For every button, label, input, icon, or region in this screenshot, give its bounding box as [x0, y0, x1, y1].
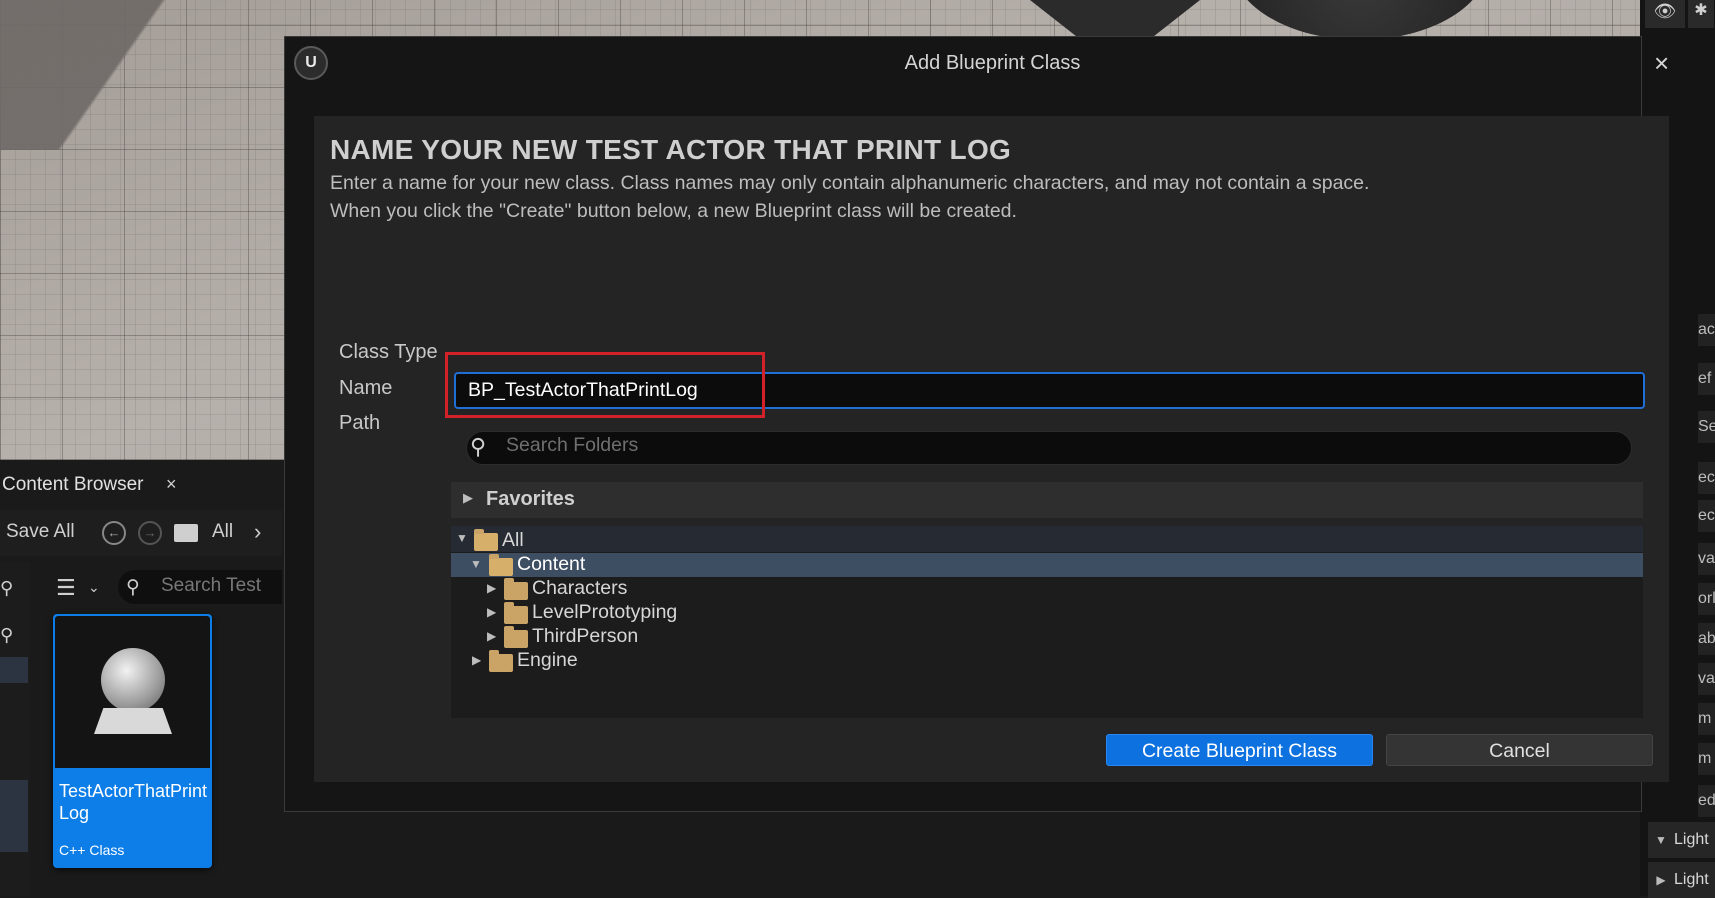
folder-icon	[504, 578, 528, 600]
viewport-shadow-floor	[0, 0, 300, 150]
expand-down-icon[interactable]: ▼	[456, 531, 468, 545]
asset-search-placeholder: Search Test	[161, 575, 261, 596]
details-row-label: Light	[1674, 831, 1709, 848]
details-fragment: ec	[1698, 462, 1715, 494]
folder-icon	[504, 602, 528, 624]
class-name-input[interactable]	[454, 372, 1645, 409]
folder-open-icon	[474, 529, 498, 551]
forward-arrow-icon[interactable]: →	[138, 521, 162, 545]
filter-icon[interactable]: ☰	[56, 575, 76, 601]
search-icon[interactable]: ⚲	[0, 625, 13, 646]
folder-icon[interactable]	[174, 524, 198, 542]
favorites-label: Favorites	[486, 488, 575, 510]
details-fragment: m	[1698, 703, 1715, 735]
breadcrumb-all[interactable]: All	[212, 521, 233, 543]
folder-open-icon	[489, 554, 513, 576]
close-icon[interactable]: ×	[166, 474, 177, 495]
expand-right-icon[interactable]: ▶	[487, 581, 496, 595]
expand-right-icon[interactable]: ▶	[463, 490, 473, 506]
folder-icon	[504, 626, 528, 648]
cancel-button[interactable]: Cancel	[1386, 734, 1653, 766]
details-fragment: m	[1698, 743, 1715, 775]
tree-item-engine[interactable]: Engine	[517, 649, 578, 672]
details-fragment: orl	[1698, 583, 1715, 615]
tree-item-content[interactable]: Content	[517, 553, 585, 576]
details-fragment: ed	[1698, 785, 1715, 817]
expand-right-icon[interactable]: ▶	[487, 629, 496, 643]
close-icon[interactable]: ×	[1654, 50, 1669, 76]
chevron-down-icon[interactable]: ⌄	[88, 579, 100, 596]
search-icon: ⚲	[470, 434, 487, 459]
tree-item-all[interactable]: All	[502, 529, 524, 552]
details-fragment: Se	[1698, 411, 1715, 443]
tree-row-all[interactable]	[451, 526, 1643, 552]
details-fragment: va	[1698, 663, 1715, 695]
create-blueprint-class-button[interactable]: Create Blueprint Class	[1106, 734, 1373, 766]
class-type-label: Class Type	[339, 341, 438, 363]
dialog-description: Enter a name for your new class. Class n…	[330, 172, 1370, 194]
dialog-heading: NAME YOUR NEW TEST ACTOR THAT PRINT LOG	[330, 134, 1012, 165]
actor-class-base-icon	[94, 708, 172, 734]
dialog-description: When you click the "Create" button below…	[330, 200, 1017, 222]
expand-down-icon[interactable]: ▼	[470, 557, 482, 571]
content-browser-tab-label: Content Browser	[2, 474, 144, 495]
back-arrow-icon[interactable]: ←	[102, 521, 126, 545]
tree-item-characters[interactable]: Characters	[532, 577, 627, 600]
details-fragment: ec	[1698, 500, 1715, 532]
tree-item-levelprototyping[interactable]: LevelPrototyping	[532, 601, 677, 624]
details-row-label: Light	[1674, 871, 1709, 888]
search-icon[interactable]: ⚲	[0, 578, 13, 599]
name-label: Name	[339, 377, 393, 399]
path-label: Path	[339, 412, 381, 434]
save-all-button[interactable]: Save All	[6, 521, 75, 543]
details-row-light[interactable]: ▶ Light	[1648, 862, 1715, 898]
tree-item-thirdperson[interactable]: ThirdPerson	[532, 625, 638, 648]
expand-right-icon[interactable]: ▶	[472, 653, 481, 667]
sources-selected-item[interactable]	[0, 780, 28, 852]
dialog-title: Add Blueprint Class	[904, 52, 1081, 74]
details-fragment: ac	[1698, 314, 1715, 346]
sources-selected-item[interactable]	[0, 657, 28, 683]
asset-type: C++ Class	[59, 842, 125, 858]
eye-icon[interactable]: 👁	[1645, 0, 1685, 28]
details-fragment: ab	[1698, 623, 1715, 655]
tree-row-content-selected[interactable]	[451, 553, 1643, 577]
favorites-section[interactable]	[451, 482, 1643, 518]
folder-search-input[interactable]	[466, 431, 1632, 465]
actor-class-icon	[101, 648, 165, 712]
expand-right-icon: ▶	[1656, 873, 1666, 887]
details-fragment: ef	[1698, 363, 1715, 395]
folder-icon	[489, 650, 513, 672]
search-icon: ⚲	[126, 577, 140, 598]
expand-down-icon: ▼	[1655, 833, 1667, 847]
asset-name: TestActorThatPrintLog	[59, 781, 208, 823]
star-icon[interactable]: ✱	[1688, 0, 1714, 28]
expand-right-icon[interactable]: ▶	[487, 605, 496, 619]
details-row-light[interactable]: ▼ Light	[1648, 822, 1715, 858]
details-fragment: va	[1698, 543, 1715, 575]
chevron-right-icon[interactable]: ›	[254, 519, 261, 545]
folder-search-placeholder: Search Folders	[506, 434, 639, 456]
